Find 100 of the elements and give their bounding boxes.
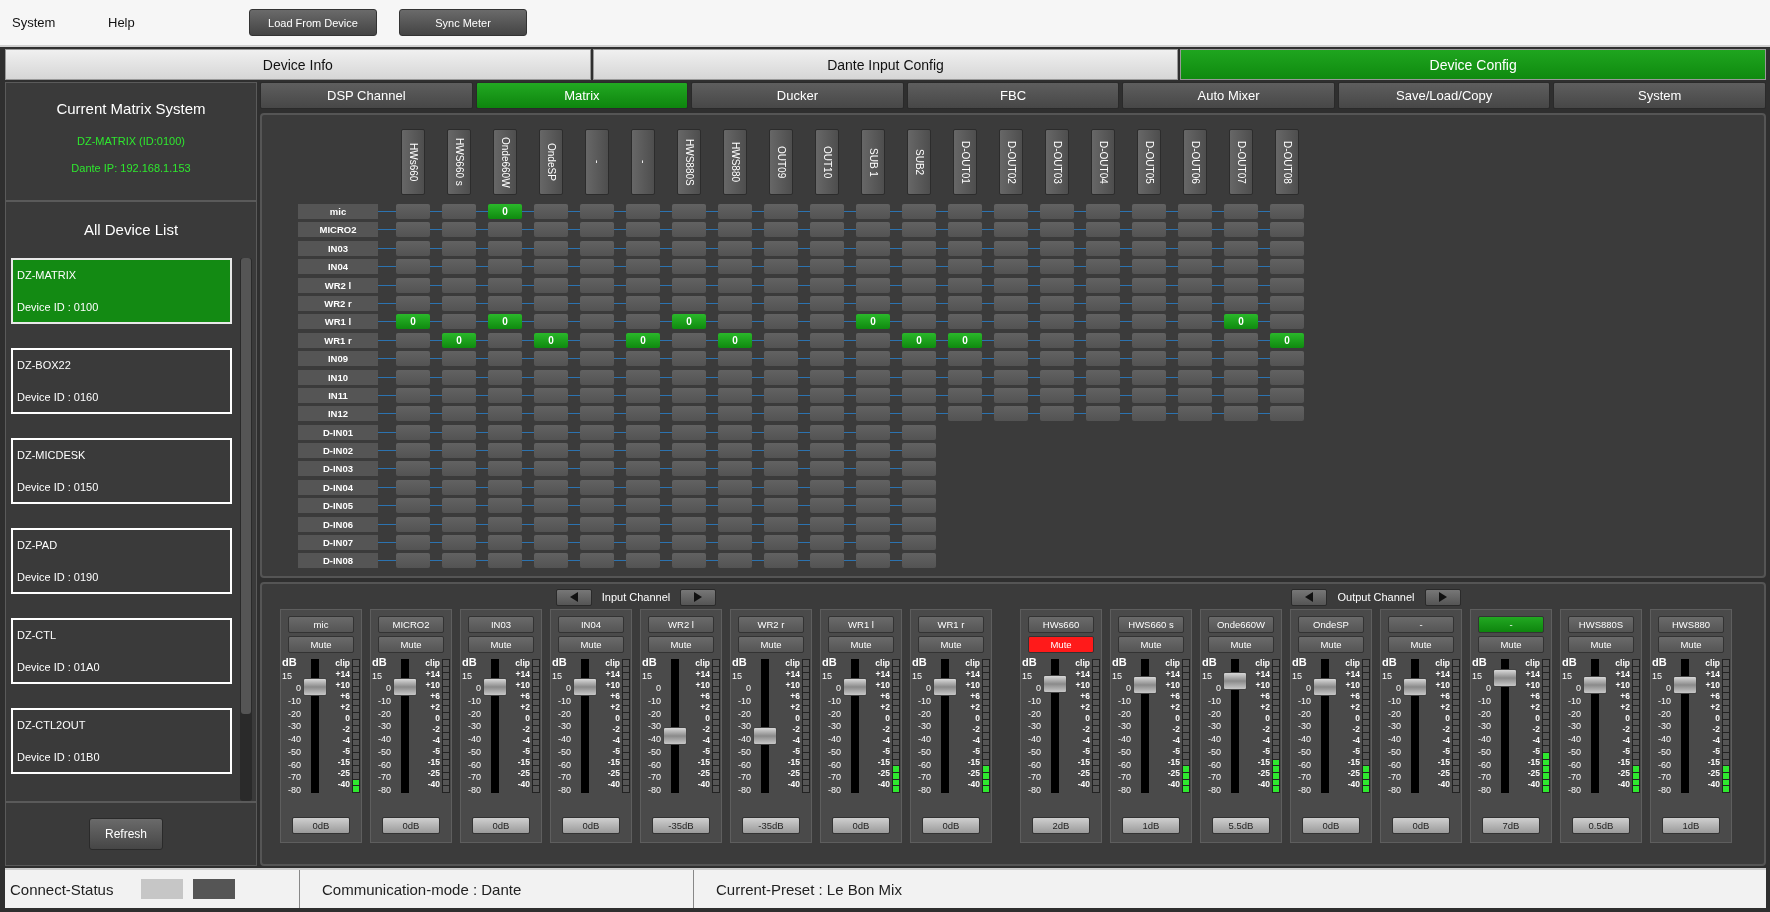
matrix-cell[interactable] [488, 295, 522, 311]
matrix-cell[interactable] [1178, 204, 1212, 219]
matrix-cell[interactable]: 0 [856, 314, 890, 330]
matrix-cell[interactable] [1270, 259, 1304, 275]
matrix-cell[interactable] [534, 535, 568, 551]
matrix-cell[interactable] [810, 204, 844, 219]
fader-thumb[interactable] [303, 677, 327, 696]
matrix-cell[interactable] [488, 387, 522, 403]
matrix-cell[interactable] [856, 424, 890, 440]
matrix-cell[interactable] [1178, 222, 1212, 238]
matrix-cell[interactable] [442, 479, 476, 495]
toolbar-button[interactable]: Sync Meter [399, 9, 527, 36]
matrix-cell[interactable] [534, 461, 568, 477]
channel-name-button[interactable]: WR2 r [738, 616, 804, 633]
matrix-cell[interactable] [856, 406, 890, 422]
matrix-cell[interactable] [810, 535, 844, 551]
matrix-cell[interactable] [718, 295, 752, 311]
tab[interactable]: FBC [906, 82, 1120, 109]
matrix-cell[interactable] [534, 351, 568, 367]
matrix-cell[interactable] [764, 516, 798, 532]
matrix-cell[interactable] [856, 222, 890, 238]
matrix-cell[interactable] [994, 222, 1028, 238]
matrix-cell[interactable] [902, 204, 936, 219]
matrix-cell[interactable] [1178, 351, 1212, 367]
matrix-cell[interactable] [1086, 369, 1120, 385]
matrix-cell[interactable] [1132, 332, 1166, 348]
matrix-cell[interactable] [626, 222, 660, 238]
matrix-cell[interactable] [442, 461, 476, 477]
matrix-cell[interactable] [1224, 351, 1258, 367]
matrix-cell[interactable] [442, 535, 476, 551]
matrix-cell[interactable] [902, 553, 936, 569]
matrix-cell[interactable] [488, 461, 522, 477]
matrix-cell[interactable] [856, 516, 890, 532]
matrix-cell[interactable] [718, 351, 752, 367]
matrix-cell[interactable] [810, 222, 844, 238]
matrix-cell[interactable] [718, 535, 752, 551]
matrix-cell[interactable] [442, 516, 476, 532]
matrix-cell[interactable] [534, 424, 568, 440]
matrix-cell[interactable] [534, 498, 568, 514]
channel-name-button[interactable]: WR2 l [648, 616, 714, 633]
matrix-cell[interactable] [396, 204, 430, 219]
tab[interactable]: Auto Mixer [1122, 82, 1335, 109]
matrix-cell[interactable] [994, 314, 1028, 330]
matrix-cell[interactable] [764, 553, 798, 569]
matrix-cell[interactable] [856, 332, 890, 348]
fader-thumb[interactable] [1133, 676, 1157, 695]
matrix-cell[interactable] [396, 295, 430, 311]
matrix-cell[interactable] [948, 314, 982, 330]
device-card[interactable]: DZ-CTL2OUT Device ID : 01B0 [11, 708, 232, 774]
gain-button[interactable]: 0dB [472, 817, 530, 834]
fader-thumb[interactable] [1313, 677, 1337, 696]
matrix-cell[interactable] [718, 516, 752, 532]
matrix-cell[interactable] [1132, 351, 1166, 367]
matrix-cell[interactable] [534, 240, 568, 256]
channel-name-button[interactable]: IN04 [558, 616, 624, 633]
matrix-cell[interactable] [1270, 240, 1304, 256]
gain-button[interactable]: 2dB [1032, 817, 1090, 834]
matrix-cell[interactable] [810, 516, 844, 532]
matrix-cell[interactable] [672, 516, 706, 532]
matrix-cell[interactable] [672, 369, 706, 385]
matrix-cell[interactable] [626, 314, 660, 330]
matrix-cell[interactable] [442, 314, 476, 330]
menu-item[interactable]: System [0, 15, 96, 30]
matrix-cell[interactable] [810, 461, 844, 477]
matrix-cell[interactable]: 0 [534, 332, 568, 348]
matrix-cell[interactable] [396, 277, 430, 293]
matrix-cell[interactable] [488, 406, 522, 422]
matrix-cell[interactable] [396, 240, 430, 256]
matrix-cell[interactable] [764, 295, 798, 311]
matrix-cell[interactable] [948, 222, 982, 238]
gain-button[interactable]: 0dB [562, 817, 620, 834]
matrix-cell[interactable] [1178, 314, 1212, 330]
matrix-cell[interactable] [718, 240, 752, 256]
matrix-cell[interactable] [994, 295, 1028, 311]
matrix-cell[interactable] [580, 240, 614, 256]
matrix-cell[interactable] [856, 259, 890, 275]
matrix-cell[interactable] [580, 424, 614, 440]
matrix-cell[interactable] [672, 424, 706, 440]
matrix-cell[interactable] [626, 351, 660, 367]
matrix-cell[interactable] [534, 406, 568, 422]
mute-button[interactable]: Mute [288, 636, 354, 653]
matrix-cell[interactable] [994, 259, 1028, 275]
matrix-cell[interactable] [718, 443, 752, 459]
matrix-cell[interactable] [534, 259, 568, 275]
gain-button[interactable]: -35dB [652, 817, 710, 834]
matrix-cell[interactable] [626, 553, 660, 569]
matrix-cell[interactable] [626, 387, 660, 403]
matrix-cell[interactable] [626, 406, 660, 422]
matrix-cell[interactable] [1178, 295, 1212, 311]
channel-name-button[interactable]: IN03 [468, 616, 534, 633]
device-card[interactable]: DZ-CTL Device ID : 01A0 [11, 618, 232, 684]
matrix-cell[interactable] [396, 535, 430, 551]
matrix-cell[interactable] [396, 332, 430, 348]
matrix-cell[interactable] [396, 553, 430, 569]
channel-name-button[interactable]: mic [288, 616, 354, 633]
gain-button[interactable]: -35dB [742, 817, 800, 834]
matrix-cell[interactable] [902, 443, 936, 459]
matrix-cell[interactable]: 0 [396, 314, 430, 330]
matrix-cell[interactable] [764, 314, 798, 330]
matrix-cell[interactable] [626, 204, 660, 219]
